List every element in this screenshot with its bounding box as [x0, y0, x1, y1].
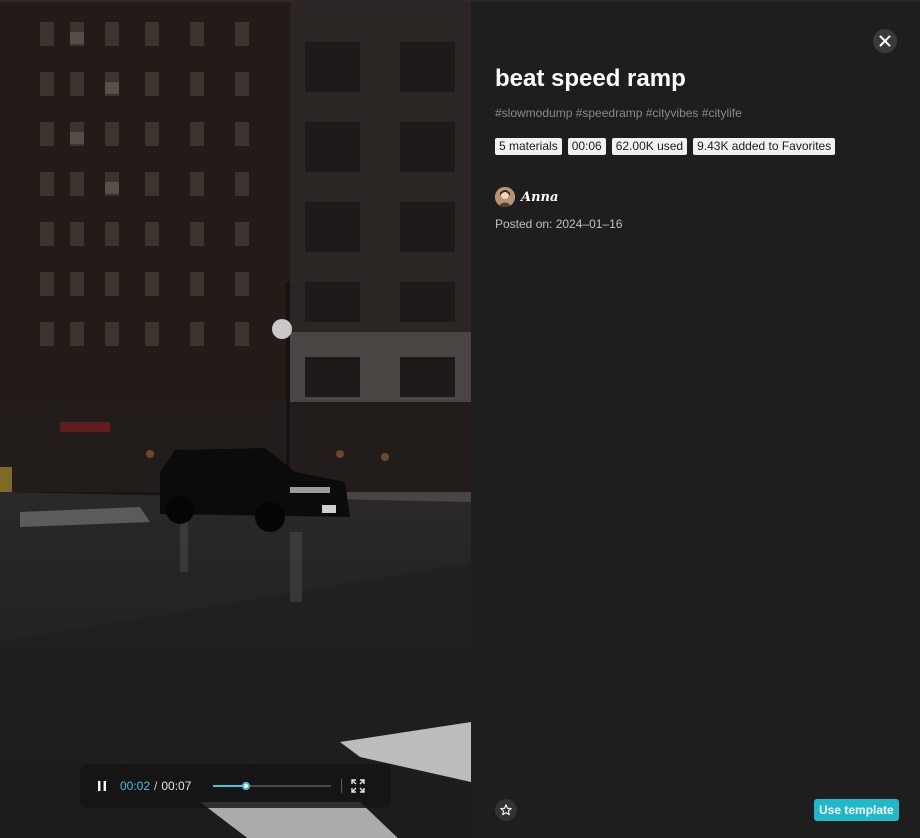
- current-time: 00:02: [120, 779, 151, 793]
- template-title: beat speed ramp: [495, 65, 686, 92]
- favorites-badge: 9.43K added to Favorites: [693, 138, 836, 155]
- avatar[interactable]: [495, 187, 515, 207]
- player-controls: 00:02 / 00:07: [80, 764, 391, 808]
- pause-button[interactable]: [94, 778, 110, 794]
- favorite-button[interactable]: [495, 799, 517, 821]
- video-frame: [0, 2, 471, 838]
- posted-date: Posted on: 2024–01–16: [495, 217, 623, 231]
- time-separator: /: [154, 779, 158, 793]
- template-details: beat speed ramp #slowmodump #speedramp #…: [471, 2, 920, 838]
- progress-slider[interactable]: [213, 782, 332, 790]
- author[interactable]: Anna: [495, 187, 558, 207]
- use-template-button[interactable]: Use template: [814, 799, 899, 821]
- divider: [341, 779, 343, 793]
- stats-badges: 5 materials 00:06 62.00K used 9.43K adde…: [495, 138, 836, 155]
- video-preview[interactable]: 00:02 / 00:07: [0, 2, 471, 838]
- progress-handle[interactable]: [242, 782, 251, 790]
- template-preview-window: 00:02 / 00:07 beat speed ramp #slowmodum…: [0, 0, 920, 838]
- fullscreen-button[interactable]: [350, 778, 366, 794]
- duration-badge: 00:06: [567, 138, 606, 155]
- hashtags: #slowmodump #speedramp #cityvibes #cityl…: [495, 106, 742, 120]
- total-time: 00:07: [161, 779, 192, 793]
- pause-icon: [98, 781, 106, 791]
- star-icon: [500, 804, 512, 816]
- close-icon: [879, 35, 891, 47]
- fullscreen-icon: [351, 779, 366, 793]
- author-name[interactable]: Anna: [521, 190, 558, 205]
- usage-badge: 62.00K used: [611, 138, 688, 155]
- materials-badge: 5 materials: [495, 138, 562, 155]
- close-button[interactable]: [873, 29, 897, 53]
